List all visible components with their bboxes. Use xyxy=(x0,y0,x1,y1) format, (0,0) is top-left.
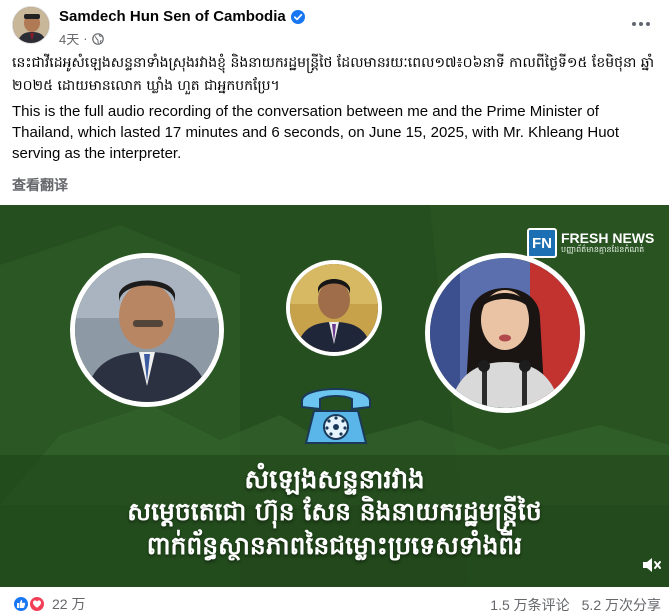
author-name[interactable]: Samdech Hun Sen of Cambodia xyxy=(59,8,286,25)
volume-muted-icon[interactable] xyxy=(640,554,662,576)
reaction-count: 22 万 xyxy=(52,596,86,612)
post-text-english: This is the full audio recording of the … xyxy=(12,103,620,162)
portrait-center xyxy=(286,260,382,356)
engagement-stats: 1.5 万条评论 5.2 万次分享 xyxy=(490,595,661,612)
more-options-icon[interactable] xyxy=(629,12,653,36)
telephone-icon xyxy=(301,388,371,444)
see-translation-link[interactable]: 查看翻译 xyxy=(12,175,68,195)
reactions-summary[interactable]: 22 万 xyxy=(12,594,85,612)
post-body: នេះជាវីដេអូសំឡេងសន្ទនាទាំងស្រុងរវាងខ្ញុំ… xyxy=(12,52,660,164)
post-meta: 4天 · xyxy=(59,29,104,48)
headline-line-1: សំឡេងសន្ទនារវាង xyxy=(244,465,425,495)
author-avatar[interactable] xyxy=(12,6,50,44)
comments-count-link[interactable]: 1.5 万条评论 xyxy=(490,595,569,612)
logo-tagline: បញ្ញាព័ត៌មានគ្មានដែនកំណត់ xyxy=(561,245,645,254)
headline-line-2: សម្តេចតេជោ ហ៊ុន សែន និងនាយករដ្ឋមន្ត្រីថៃ xyxy=(127,497,542,526)
post-header: Samdech Hun Sen of Cambodia 4天 · xyxy=(0,0,669,48)
post-time[interactable]: 4天 xyxy=(59,29,79,48)
post-text-khmer: នេះជាវីដេអូសំឡេងសន្ទនាទាំងស្រុងរវាងខ្ញុំ… xyxy=(12,55,655,94)
fresh-news-logo: FN FRESH NEWS បញ្ញាព័ត៌មានគ្មានដែនកំណត់ xyxy=(527,228,654,258)
love-reaction-icon xyxy=(28,595,46,612)
post-footer: 22 万 1.5 万条评论 5.2 万次分享 xyxy=(0,590,669,612)
logo-name: FRESH NEWS xyxy=(561,230,655,246)
verified-badge-icon xyxy=(290,9,305,24)
author-name-row: Samdech Hun Sen of Cambodia xyxy=(59,8,305,25)
meta-separator: · xyxy=(83,31,88,46)
logo-mark: FN xyxy=(527,228,557,258)
portrait-left xyxy=(70,253,224,407)
shares-count-link[interactable]: 5.2 万次分享 xyxy=(582,595,661,612)
globe-icon xyxy=(91,32,104,45)
portrait-right xyxy=(425,253,585,413)
post-media-video[interactable]: FN FRESH NEWS បញ្ញាព័ត៌មានគ្មានដែនកំណត់ … xyxy=(0,205,669,587)
headline-line-3: ពាក់ព័ន្ធស្ថានភាពនៃជម្លោះប្រទេសទាំងពីរ xyxy=(146,531,523,560)
